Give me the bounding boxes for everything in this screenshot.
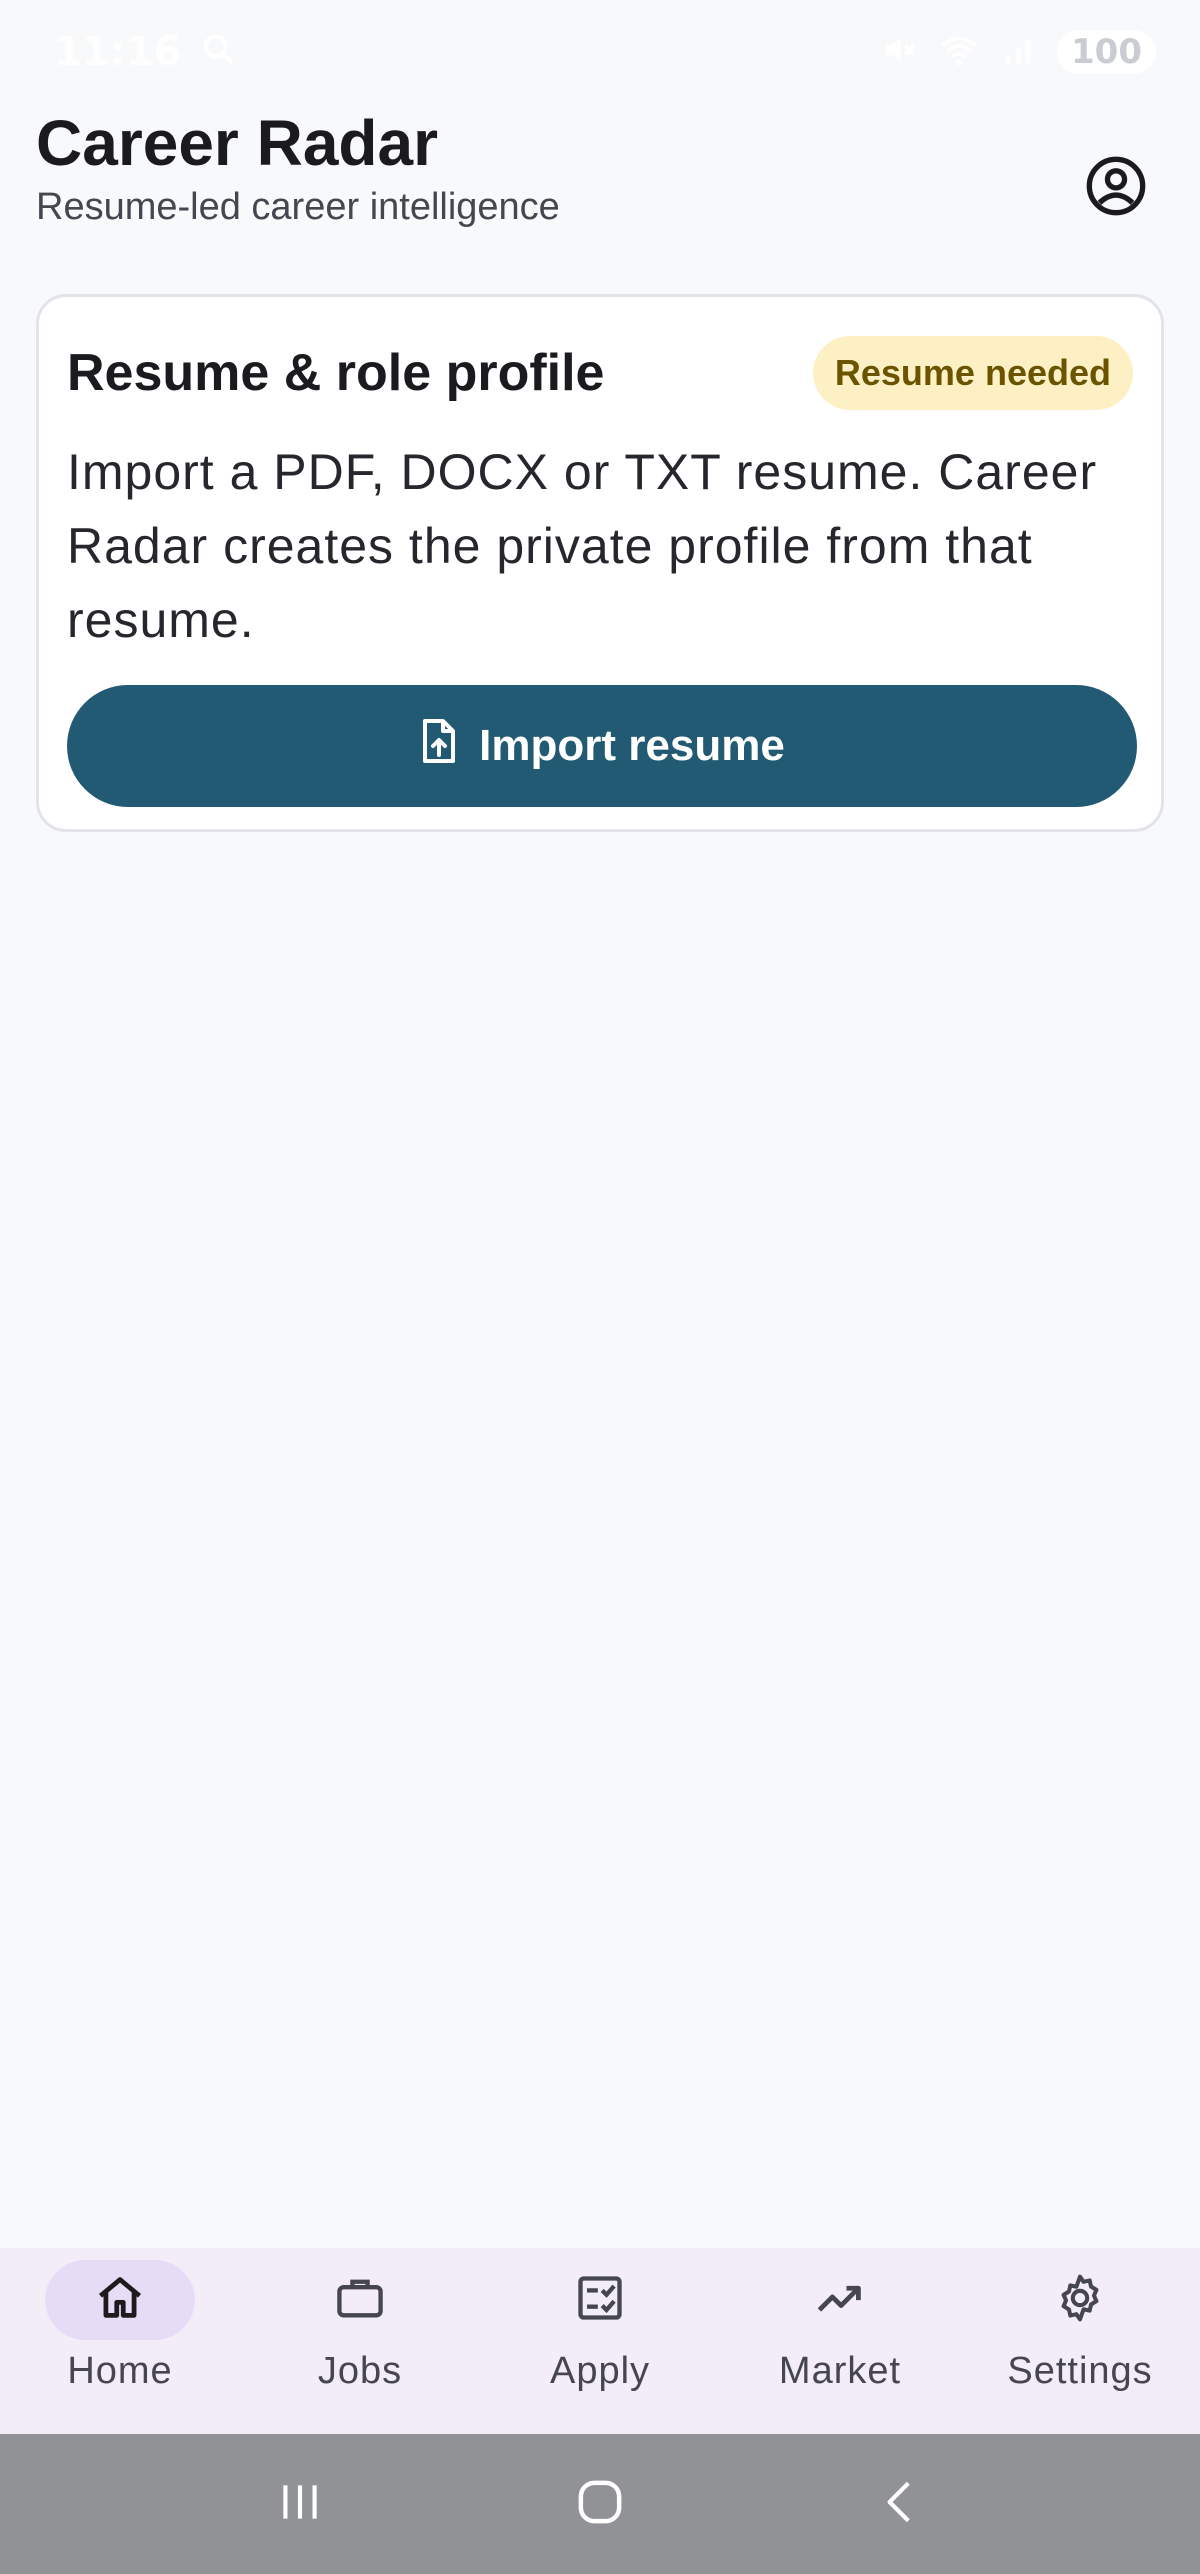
nav-item-settings[interactable]: Settings [970,2260,1190,2393]
recent-apps-button[interactable] [240,2454,360,2554]
card-header: Resume & role profile Resume needed [67,333,1133,413]
status-right: 100 [879,30,1156,74]
signal-icon [999,30,1039,74]
nav-label-apply: Apply [549,2350,651,2392]
nav-label-jobs: Jobs [317,2350,403,2392]
nav-icon-container [285,2260,435,2340]
account-button[interactable] [1068,140,1164,236]
back-button[interactable] [840,2454,960,2554]
search-status-icon [199,30,239,74]
status-left: 11:16 [54,29,239,75]
status-badge: Resume needed [812,336,1133,410]
nav-item-market[interactable]: Market [730,2260,950,2393]
nav-item-apply[interactable]: Apply [490,2260,710,2393]
account-circle-icon [1084,154,1148,222]
nav-label-market: Market [778,2350,902,2392]
import-resume-button[interactable]: Import resume [67,685,1137,807]
mute-icon [879,30,919,74]
nav-item-home[interactable]: Home [10,2260,230,2393]
nav-icon-container [1005,2260,1155,2340]
nav-icon-container [765,2260,915,2340]
home-circle-icon [573,2475,627,2533]
battery-indicator: 100 [1057,30,1156,74]
back-chevron-icon [875,2475,925,2533]
card-description: Import a PDF, DOCX or TXT resume. Career… [67,444,1098,648]
nav-label-home: Home [67,2350,173,2392]
trending-up-icon [812,2272,868,2328]
resume-profile-card: Resume & role profile Resume needed Impo… [36,294,1164,832]
card-title: Resume & role profile [67,344,605,402]
nav-active-indicator [45,2260,195,2340]
page-title: Career Radar [36,107,438,179]
home-icon [94,2272,146,2328]
nav-label-settings: Settings [1007,2350,1153,2392]
status-time: 11:16 [54,29,182,75]
gear-icon [1053,2271,1107,2329]
recent-apps-icon [275,2477,325,2531]
app-header: Career Radar Resume-led career intellige… [36,108,1164,250]
checklist-icon [574,2272,626,2328]
nav-item-jobs[interactable]: Jobs [250,2260,470,2393]
status-bar: 11:16 100 [0,0,1200,104]
home-system-button[interactable] [540,2454,660,2554]
nav-icon-container [525,2260,675,2340]
briefcase-icon [332,2272,388,2328]
import-resume-label: Import resume [479,721,785,770]
file-upload-icon [419,717,459,776]
page-subtitle: Resume-led career intelligence [36,186,560,229]
wifi-icon [937,30,981,74]
bottom-navigation: Home Jobs Apply Market Settings [0,2248,1200,2434]
system-navigation-bar [0,2434,1200,2574]
